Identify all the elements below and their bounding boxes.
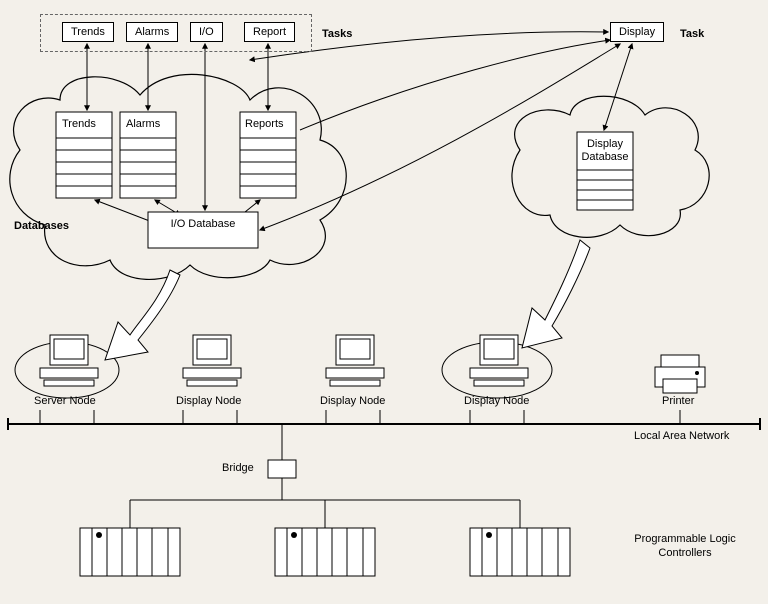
display-node-1-label: Display Node <box>176 395 241 407</box>
display-node-2-label: Display Node <box>320 395 385 407</box>
db-display-label: Display Database <box>581 138 629 164</box>
diagram-canvas <box>0 0 768 604</box>
db-alarms-label: Alarms <box>126 118 160 130</box>
printer-icon <box>655 355 705 393</box>
plc-label: Programmable Logic Controllers <box>630 532 740 561</box>
computer-icon <box>183 335 241 386</box>
cloud-arrow-left <box>105 270 180 360</box>
tasks-label: Tasks <box>322 28 352 40</box>
task-display: Display <box>610 22 664 42</box>
display-node-3-label: Display Node <box>464 395 529 407</box>
task-io: I/O <box>190 22 223 42</box>
databases-label: Databases <box>14 220 69 232</box>
server-node-label: Server Node <box>34 395 96 407</box>
bridge-label: Bridge <box>222 462 254 474</box>
db-trends-label: Trends <box>62 118 96 130</box>
plc-icon <box>470 528 570 576</box>
display-task-label: Task <box>680 28 704 40</box>
computer-icon <box>40 335 98 386</box>
bridge-box <box>268 460 296 478</box>
lan-label: Local Area Network <box>634 430 729 442</box>
plc-icon <box>80 528 180 576</box>
printer-label: Printer <box>662 395 694 407</box>
computer-icon <box>470 335 528 386</box>
plc-icon <box>275 528 375 576</box>
db-reports-label: Reports <box>245 118 284 130</box>
io-database-label: I/O Database <box>155 218 251 231</box>
task-trends: Trends <box>62 22 114 42</box>
cloud-arrow-right <box>522 240 590 348</box>
task-alarms: Alarms <box>126 22 178 42</box>
task-report: Report <box>244 22 295 42</box>
computer-icon <box>326 335 384 386</box>
